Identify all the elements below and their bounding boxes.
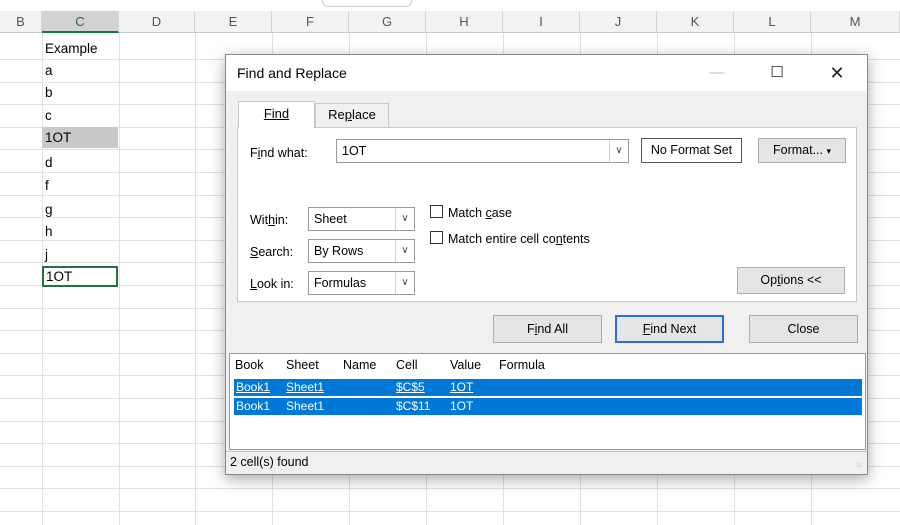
result-value[interactable]: 1OT	[450, 398, 473, 415]
find-what-label: Find what:	[250, 146, 308, 160]
result-cell[interactable]: $C$5	[396, 379, 425, 396]
ribbon-edge	[0, 0, 900, 11]
column-header-e[interactable]: E	[195, 11, 272, 33]
minimize-icon[interactable]: —	[696, 59, 738, 87]
format-preview: No Format Set	[641, 138, 742, 163]
column-header-f[interactable]: F	[272, 11, 349, 33]
find-replace-dialog: Find and Replace — ☐ ✕ Find Replace Find…	[225, 54, 868, 475]
result-sheet[interactable]: Sheet1	[286, 398, 324, 415]
cell-c7[interactable]: d	[42, 152, 118, 173]
find-all-button[interactable]: Find All	[493, 315, 602, 343]
format-button-label: Format...	[772, 143, 823, 157]
cell-c11[interactable]: j	[42, 244, 118, 265]
find-all-label: Find All	[526, 322, 568, 336]
dialog-title: Find and Replace	[237, 65, 347, 81]
find-what-value: 1OT	[342, 144, 367, 158]
search-label: Search:	[250, 245, 294, 259]
tab-replace[interactable]: Replace	[315, 103, 389, 127]
cell-c9[interactable]: g	[42, 199, 118, 220]
options-button-label: Options <<	[760, 273, 822, 287]
look-in-value: Formulas	[314, 276, 367, 290]
within-label: Within:	[250, 213, 289, 227]
look-in-label: Look in:	[250, 277, 294, 291]
search-value: By Rows	[314, 244, 364, 258]
find-what-combobox[interactable]: 1OT ∨	[336, 139, 629, 163]
options-button[interactable]: Options <<	[737, 267, 845, 294]
cell-c6-highlighted[interactable]: 1OT	[42, 127, 118, 148]
match-case-label[interactable]: Match case	[448, 206, 512, 220]
cell-c2[interactable]: Example	[42, 38, 118, 59]
tab-replace-label: Replace	[328, 107, 376, 122]
result-cell[interactable]: $C$11	[396, 398, 430, 415]
tab-find-label: Find	[263, 106, 290, 121]
column-header-i[interactable]: I	[503, 11, 580, 33]
grid-column-line	[119, 33, 120, 525]
chevron-down-icon[interactable]: ∨	[609, 140, 628, 162]
chevron-down-icon[interactable]: ∨	[395, 208, 414, 230]
status-text: 2 cell(s) found	[230, 455, 309, 469]
status-divider	[226, 451, 867, 452]
column-header-l[interactable]: L	[734, 11, 811, 33]
results-header-name[interactable]: Name	[343, 354, 376, 377]
column-header-d[interactable]: D	[119, 11, 195, 33]
result-row-1[interactable]: Book1 Sheet1 $C$5 1OT	[234, 379, 862, 396]
dropdown-arrow-icon: ▾	[826, 146, 832, 156]
grid-row-line	[0, 488, 900, 489]
cell-c4[interactable]: b	[42, 82, 118, 103]
close-button-label: Close	[787, 322, 820, 336]
tab-find[interactable]: Find	[238, 101, 315, 128]
results-header-formula[interactable]: Formula	[499, 354, 545, 377]
result-book[interactable]: Book1	[236, 398, 270, 415]
format-button[interactable]: Format... ▾	[758, 138, 846, 163]
within-value: Sheet	[314, 212, 347, 226]
cell-c5[interactable]: c	[42, 105, 118, 126]
close-button[interactable]: Close	[749, 315, 858, 343]
within-select[interactable]: Sheet ∨	[308, 207, 415, 231]
match-entire-checkbox[interactable]	[430, 231, 443, 244]
results-header-book[interactable]: Book	[235, 354, 264, 377]
search-select[interactable]: By Rows ∨	[308, 239, 415, 263]
cell-c3[interactable]: a	[42, 60, 118, 81]
look-in-select[interactable]: Formulas ∨	[308, 271, 415, 295]
results-header-cell[interactable]: Cell	[396, 354, 418, 377]
result-value[interactable]: 1OT	[450, 379, 473, 396]
close-icon[interactable]: ✕	[816, 59, 858, 87]
column-header-g[interactable]: G	[349, 11, 426, 33]
format-preview-label: No Format Set	[650, 143, 733, 157]
column-header-k[interactable]: K	[657, 11, 734, 33]
sheet-tab-edge	[322, 0, 412, 7]
chevron-down-icon[interactable]: ∨	[395, 272, 414, 294]
column-header-c[interactable]: C	[42, 11, 119, 33]
dialog-titlebar[interactable]: Find and Replace — ☐ ✕	[226, 55, 867, 91]
cell-c8[interactable]: f	[42, 175, 118, 196]
column-header-m[interactable]: M	[811, 11, 900, 33]
maximize-icon[interactable]: ☐	[756, 59, 798, 87]
results-header-sheet[interactable]: Sheet	[286, 354, 319, 377]
match-entire-label[interactable]: Match entire cell contents	[448, 232, 590, 246]
grid-column-line	[195, 33, 196, 525]
column-header-b[interactable]: B	[0, 11, 42, 33]
match-case-checkbox[interactable]	[430, 205, 443, 218]
cell-c10[interactable]: h	[42, 221, 118, 242]
chevron-down-icon[interactable]: ∨	[395, 240, 414, 262]
column-header-h[interactable]: H	[426, 11, 503, 33]
find-next-button[interactable]: Find Next	[615, 315, 724, 343]
find-panel: Find what: 1OT ∨ No Format Set Format...…	[237, 127, 857, 302]
cell-c12-active[interactable]: 1OT	[42, 266, 118, 287]
results-header-value[interactable]: Value	[450, 354, 481, 377]
find-next-label: Find Next	[642, 322, 697, 336]
result-row-2[interactable]: Book1 Sheet1 $C$11 1OT	[234, 398, 862, 415]
resize-grip-icon[interactable]: ⁙	[855, 460, 863, 471]
results-list[interactable]: Book Sheet Name Cell Value Formula Book1…	[229, 353, 866, 450]
result-book[interactable]: Book1	[236, 379, 270, 396]
grid-row-line	[0, 511, 900, 512]
result-sheet[interactable]: Sheet1	[286, 379, 324, 396]
column-header-j[interactable]: J	[580, 11, 657, 33]
